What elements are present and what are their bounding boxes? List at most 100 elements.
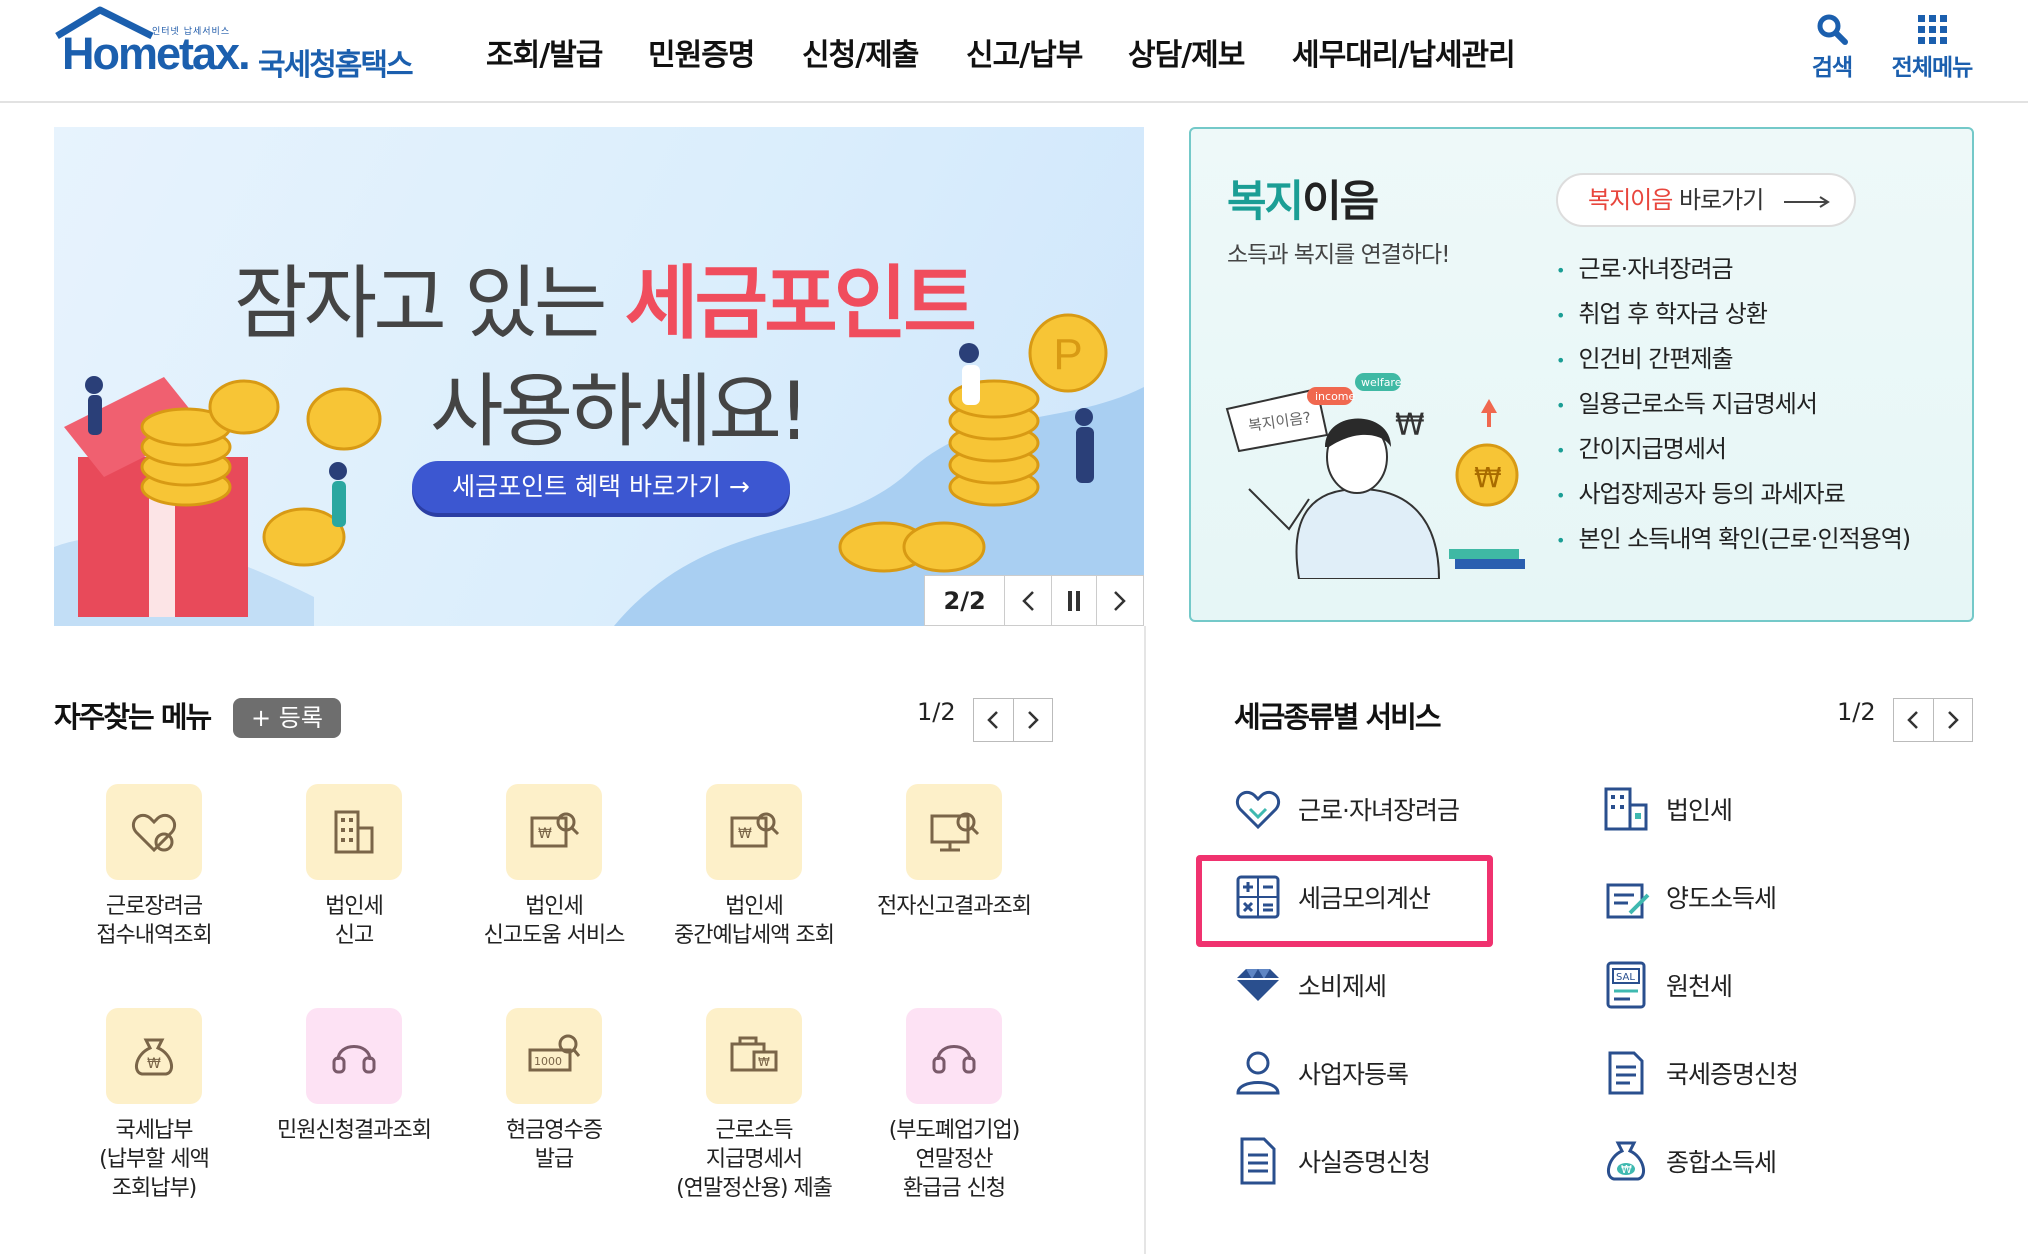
favorite-menu-item[interactable]: ₩ 법인세 중간예납세액 조회 (664, 784, 844, 950)
welfare-item[interactable]: 간이지급명세서 (1556, 427, 1910, 472)
tax-service-icon: SAL (1598, 957, 1654, 1013)
welfare-title-accent: 복지 (1227, 177, 1304, 227)
tax-service-item[interactable]: 소비제세 (1230, 955, 1387, 1015)
tax-service-item[interactable]: SAL 원천세 (1598, 955, 1733, 1015)
tax-services-pager-arrows (1893, 698, 1973, 742)
pause-icon (1068, 590, 1081, 611)
favorite-label: 민원신청결과조회 (277, 1118, 432, 1143)
welfare-item[interactable]: 본인 소득내역 확인(근로·인적용역) (1556, 517, 1911, 562)
banner-headline-line2: 사용하세요! (430, 365, 810, 458)
tax-point-benefit-button[interactable]: 세금포인트 혜택 바로가기 → (412, 461, 790, 513)
favorites-register-button[interactable]: + 등록 (233, 698, 341, 738)
certificate-icon (1608, 1051, 1644, 1095)
favorite-menu-item[interactable]: ₩ 근로소득 지급명세서 (연말정산용) 제출 (664, 1008, 844, 1203)
tax-service-icon (1230, 781, 1286, 837)
arrow-right-icon (1783, 196, 1830, 208)
favorite-menu-item[interactable]: 근로장려금 접수내역조회 (64, 784, 244, 950)
favorite-menu-item[interactable]: ₩ 국세납부 (납부할 세액 조회납부) (64, 1008, 244, 1203)
nav-report-pay[interactable]: 신고/납부 (966, 30, 1083, 74)
svg-text:₩: ₩ (1621, 1163, 1632, 1176)
banner-headline-plain: 잠자고 있는 (234, 257, 607, 350)
chevron-right-icon (1027, 711, 1039, 729)
welfare-coin-won: ₩ (1474, 461, 1502, 494)
nav-tax-agent[interactable]: 세무대리/납세관리 (1292, 30, 1516, 74)
all-menu-button[interactable]: 전체메뉴 (1882, 8, 1982, 88)
tax-service-item[interactable]: 사실증명신청 (1230, 1131, 1431, 1191)
favorite-icon-box: ₩ (706, 1008, 802, 1104)
favorite-icon-box (306, 1008, 402, 1104)
tax-service-icon (1230, 1045, 1286, 1101)
welfare-item[interactable]: 사업장제공자 등의 과세자료 (1556, 472, 1910, 517)
favorite-menu-item[interactable]: ₩ 법인세 신고도움 서비스 (464, 784, 644, 950)
nav-consult-report[interactable]: 상담/제보 (1128, 30, 1245, 74)
chevron-right-icon (1114, 590, 1126, 611)
favorites-next-button[interactable] (1014, 699, 1053, 741)
document-search-icon: ₩ (530, 812, 580, 848)
headset-icon (932, 1045, 976, 1074)
tax-service-item[interactable]: 양도소득세 (1598, 867, 1777, 927)
nav-apply-submit[interactable]: 신청/제출 (802, 30, 919, 74)
favorite-menu-item[interactable]: (부도폐업기업) 연말정산 환급금 신청 (864, 1008, 1044, 1203)
nav-civil-certificate[interactable]: 민원증명 (648, 30, 755, 74)
building-icon (1604, 787, 1648, 831)
banner-pause-button[interactable] (1050, 576, 1097, 625)
welfare-item[interactable]: 근로·자녀장려금 (1556, 247, 1910, 292)
tax-service-item[interactable]: ₩ 종합소득세 (1598, 1131, 1777, 1191)
promo-banner[interactable]: P 잠자고 있는 세금포인트 사용하세요! 세금포인트 혜택 바로가기 → 2/… (54, 127, 1144, 626)
tax-service-item[interactable]: 법인세 (1598, 779, 1733, 839)
welfare-item[interactable]: 인건비 간편제출 (1556, 337, 1910, 382)
heart-coin-icon (131, 813, 177, 853)
money-bag-icon: ₩ (134, 1038, 174, 1076)
logo-text: Hometax. (62, 28, 251, 79)
favorite-menu-item[interactable]: 법인세 신고 (264, 784, 444, 950)
welfare-item[interactable]: 일용근로소득 지급명세서 (1556, 382, 1910, 427)
tax-service-label: 종합소득세 (1666, 1148, 1777, 1177)
document-pen-icon (1606, 883, 1650, 919)
grid-menu-icon (1918, 15, 1947, 44)
favorite-menu-item[interactable]: 1000 현금영수증 발급 (464, 1008, 644, 1174)
favorite-icon-box: 1000 (506, 1008, 602, 1104)
favorites-prev-button[interactable] (974, 699, 1014, 741)
favorites-title: 자주찾는 메뉴 (54, 700, 212, 734)
tax-service-icon (1230, 957, 1286, 1013)
tax-services-pagination: 1/2 (1837, 698, 1876, 726)
favorite-icon-box (306, 784, 402, 880)
tax-service-item[interactable]: 사업자등록 (1230, 1043, 1409, 1103)
favorite-menu-item[interactable]: 전자신고결과조회 (864, 784, 1044, 921)
money-bag-icon: ₩ (1606, 1141, 1646, 1181)
favorite-icon-box: ₩ (706, 784, 802, 880)
tax-services-prev-button[interactable] (1894, 699, 1934, 741)
banner-prev-button[interactable] (1004, 576, 1051, 625)
all-menu-label: 전체메뉴 (1891, 55, 1974, 81)
banner-coin-letter: P (1053, 330, 1082, 379)
search-icon (1817, 14, 1848, 45)
search-button[interactable]: 검색 (1782, 8, 1882, 88)
tax-service-label: 국세증명신청 (1666, 1060, 1799, 1089)
welfare-shortcut-button[interactable]: 복지이음 바로가기 (1556, 173, 1856, 227)
tax-service-label: 사실증명신청 (1298, 1148, 1431, 1177)
favorite-label: 현금영수증 발급 (505, 1118, 603, 1172)
banner-pagination: 2/2 (943, 586, 986, 615)
tax-service-icon (1598, 1045, 1654, 1101)
tax-services-title: 세금종류별 서비스 (1234, 700, 1442, 734)
favorite-label: 근로소득 지급명세서 (연말정산용) 제출 (676, 1118, 833, 1201)
tax-services-next-button[interactable] (1934, 699, 1973, 741)
tax-service-icon (1230, 1133, 1286, 1189)
tax-service-label: 근로·자녀장려금 (1298, 796, 1460, 825)
receipt-search-icon: 1000 (528, 1034, 581, 1072)
tax-service-label: 원천세 (1666, 972, 1733, 1001)
favorite-menu-item[interactable]: 민원신청결과조회 (264, 1008, 444, 1145)
welfare-item[interactable]: 취업 후 학자금 상환 (1556, 292, 1910, 337)
welfare-link-accent: 복지이음 (1588, 186, 1673, 214)
highlighted-item-frame (1196, 855, 1493, 947)
logo[interactable]: 인터넷 납세서비스 Hometax. 국세청홈택스 (0, 0, 420, 100)
favorite-icon-box: ₩ (106, 1008, 202, 1104)
nav-inquiry-issue[interactable]: 조회/발급 (486, 30, 603, 74)
tax-service-label: 소비제세 (1298, 972, 1387, 1001)
document-icon (1240, 1137, 1276, 1185)
tax-service-item[interactable]: 국세증명신청 (1598, 1043, 1799, 1103)
banner-next-button[interactable] (1096, 576, 1143, 625)
svg-text:₩: ₩ (758, 1055, 770, 1069)
tax-service-item[interactable]: 근로·자녀장려금 (1230, 779, 1460, 839)
tax-service-icon: ₩ (1598, 1133, 1654, 1189)
